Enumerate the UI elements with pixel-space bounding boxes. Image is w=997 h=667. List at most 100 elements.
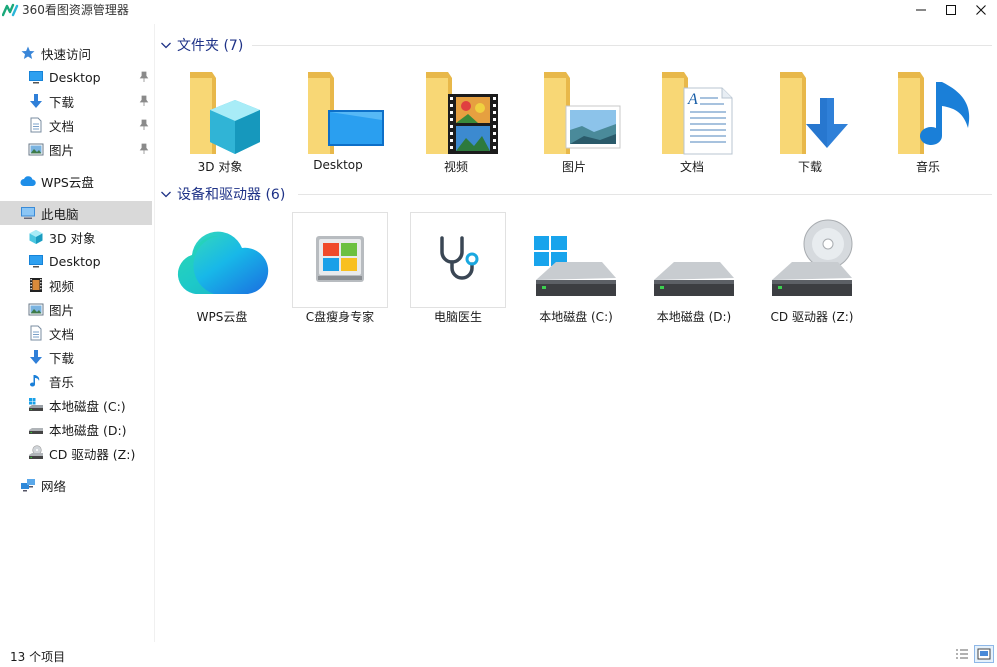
sidebar-item-documents[interactable]: 文档 <box>0 321 152 345</box>
desktop-icon <box>29 71 43 84</box>
device-cd-drive[interactable]: CD 驱动器 (Z:) <box>764 212 860 328</box>
sidebar-item-label: 文档 <box>49 118 75 134</box>
folder-3d-objects[interactable]: 3D 对象 <box>172 68 268 178</box>
close-icon <box>976 5 986 15</box>
title-bar[interactable]: 360看图资源管理器 <box>0 0 997 24</box>
sidebar-item-label: 下载 <box>49 94 75 110</box>
large-icons-view-button[interactable] <box>974 645 994 663</box>
sidebar-item-desktop[interactable]: Desktop <box>0 249 152 273</box>
group-header-folders[interactable]: 文件夹 (7) <box>160 35 243 55</box>
sidebar-item-label: 本地磁盘 (D:) <box>49 422 127 438</box>
sidebar-item-quick-access[interactable]: 快速访问 <box>0 41 152 65</box>
download-icon <box>30 350 42 364</box>
maximize-button[interactable] <box>934 0 968 20</box>
device-c-drive-cleaner[interactable]: C盘瘦身专家 <box>292 212 388 328</box>
sidebar-item-music[interactable]: 音乐 <box>0 369 152 393</box>
group-header-devices[interactable]: 设备和驱动器 (6) <box>160 184 285 204</box>
sidebar-item-label: 图片 <box>49 302 75 318</box>
device-wps-cloud[interactable]: WPS云盘 <box>174 212 270 328</box>
hard-drive-icon <box>654 262 734 296</box>
sidebar-item-label: 快速访问 <box>41 46 92 62</box>
pin-icon[interactable] <box>139 95 149 107</box>
picture-icon <box>28 303 44 316</box>
sidebar-item-download-quick[interactable]: 下载 <box>0 89 152 113</box>
folder-picture-icon <box>544 72 621 154</box>
pane-divider[interactable] <box>154 24 155 642</box>
folder-music[interactable]: 音乐 <box>880 68 976 178</box>
video-icon <box>30 278 42 292</box>
desktop-icon <box>29 255 43 268</box>
drive-icon <box>29 428 43 434</box>
cd-drive-icon <box>772 219 853 296</box>
folder-document-icon: A <box>662 72 733 155</box>
folder-videos[interactable]: 视频 <box>408 68 504 178</box>
close-button[interactable] <box>964 0 997 20</box>
details-view-icon <box>956 649 968 659</box>
device-local-disk-d[interactable]: 本地磁盘 (D:) <box>646 212 742 328</box>
document-icon <box>30 325 42 341</box>
device-pc-doctor[interactable]: 电脑医生 <box>410 212 506 328</box>
star-icon <box>21 46 35 59</box>
tile-label: 下载 <box>797 160 822 174</box>
large-icons-view-icon <box>977 648 991 660</box>
sidebar-item-drive-c[interactable]: 本地磁盘 (C:) <box>0 393 152 417</box>
sidebar-item-label: WPS云盘 <box>41 174 94 190</box>
c-drive-cleaner-icon <box>316 236 364 282</box>
sidebar-item-pictures[interactable]: 图片 <box>0 297 152 321</box>
group-divider <box>298 194 992 195</box>
pin-icon[interactable] <box>139 71 149 83</box>
pin-icon[interactable] <box>139 143 149 155</box>
chevron-down-icon <box>161 191 171 198</box>
cube-icon <box>29 230 43 244</box>
sidebar-item-label: 音乐 <box>49 374 75 390</box>
group-title: 设备和驱动器 (6) <box>177 187 286 203</box>
sidebar-item-label: 视频 <box>49 278 75 294</box>
sidebar-item-network[interactable]: 网络 <box>0 473 152 497</box>
sidebar-item-label: 3D 对象 <box>49 230 96 246</box>
tile-label: C盘瘦身专家 <box>305 310 375 324</box>
sidebar-item-label: Desktop <box>49 253 101 269</box>
folder-pictures[interactable]: 图片 <box>526 68 622 178</box>
tile-label: CD 驱动器 (Z:) <box>770 310 854 324</box>
folder-desktop[interactable]: Desktop <box>290 68 386 178</box>
folder-film-icon <box>426 72 498 154</box>
item-count: 13 个项目 <box>10 650 66 664</box>
sidebar-item-drive-d[interactable]: 本地磁盘 (D:) <box>0 417 152 441</box>
drive-c-icon <box>29 398 43 411</box>
details-view-button[interactable] <box>952 645 972 663</box>
picture-icon <box>28 143 44 156</box>
download-icon <box>30 94 42 108</box>
sidebar-item-label: 本地磁盘 (C:) <box>49 398 126 414</box>
sidebar-item-desktop-quick[interactable]: Desktop <box>0 65 152 89</box>
tile-label: 本地磁盘 (C:) <box>539 310 613 324</box>
chevron-down-icon <box>161 42 171 49</box>
stethoscope-icon <box>440 236 479 280</box>
sidebar-item-label: 此电脑 <box>41 206 79 222</box>
tile-label: 图片 <box>561 160 586 174</box>
cd-drive-icon <box>29 445 43 459</box>
sidebar-item-label: 网络 <box>41 478 67 494</box>
sidebar-item-downloads[interactable]: 下载 <box>0 345 152 369</box>
sidebar-item-pictures-quick[interactable]: 图片 <box>0 137 152 161</box>
folder-download-icon <box>780 72 848 154</box>
sidebar-item-this-pc[interactable]: 此电脑 <box>0 201 152 225</box>
sidebar-item-label: Desktop <box>49 69 101 85</box>
status-bar: 13 个项目 <box>0 642 997 667</box>
music-icon <box>30 375 40 387</box>
maximize-icon <box>946 5 956 15</box>
folder-downloads[interactable]: 下载 <box>762 68 858 178</box>
sidebar-item-wps-cloud[interactable]: WPS云盘 <box>0 169 152 193</box>
minimize-button[interactable] <box>904 0 938 20</box>
sidebar-item-label: CD 驱动器 (Z:) <box>49 446 136 462</box>
sidebar-item-videos[interactable]: 视频 <box>0 273 152 297</box>
sidebar-item-documents-quick[interactable]: 文档 <box>0 113 152 137</box>
tile-label: 本地磁盘 (D:) <box>656 310 732 324</box>
folder-documents[interactable]: A 文档 <box>644 68 740 178</box>
sidebar-item-label: 文档 <box>49 326 75 342</box>
tile-label: 视频 <box>443 160 468 174</box>
pin-icon[interactable] <box>139 119 149 131</box>
sidebar-item-cd-drive[interactable]: CD 驱动器 (Z:) <box>0 441 152 465</box>
sidebar-item-3d-objects[interactable]: 3D 对象 <box>0 225 152 249</box>
window-title: 360看图资源管理器 <box>22 3 129 17</box>
device-local-disk-c[interactable]: 本地磁盘 (C:) <box>528 212 624 328</box>
